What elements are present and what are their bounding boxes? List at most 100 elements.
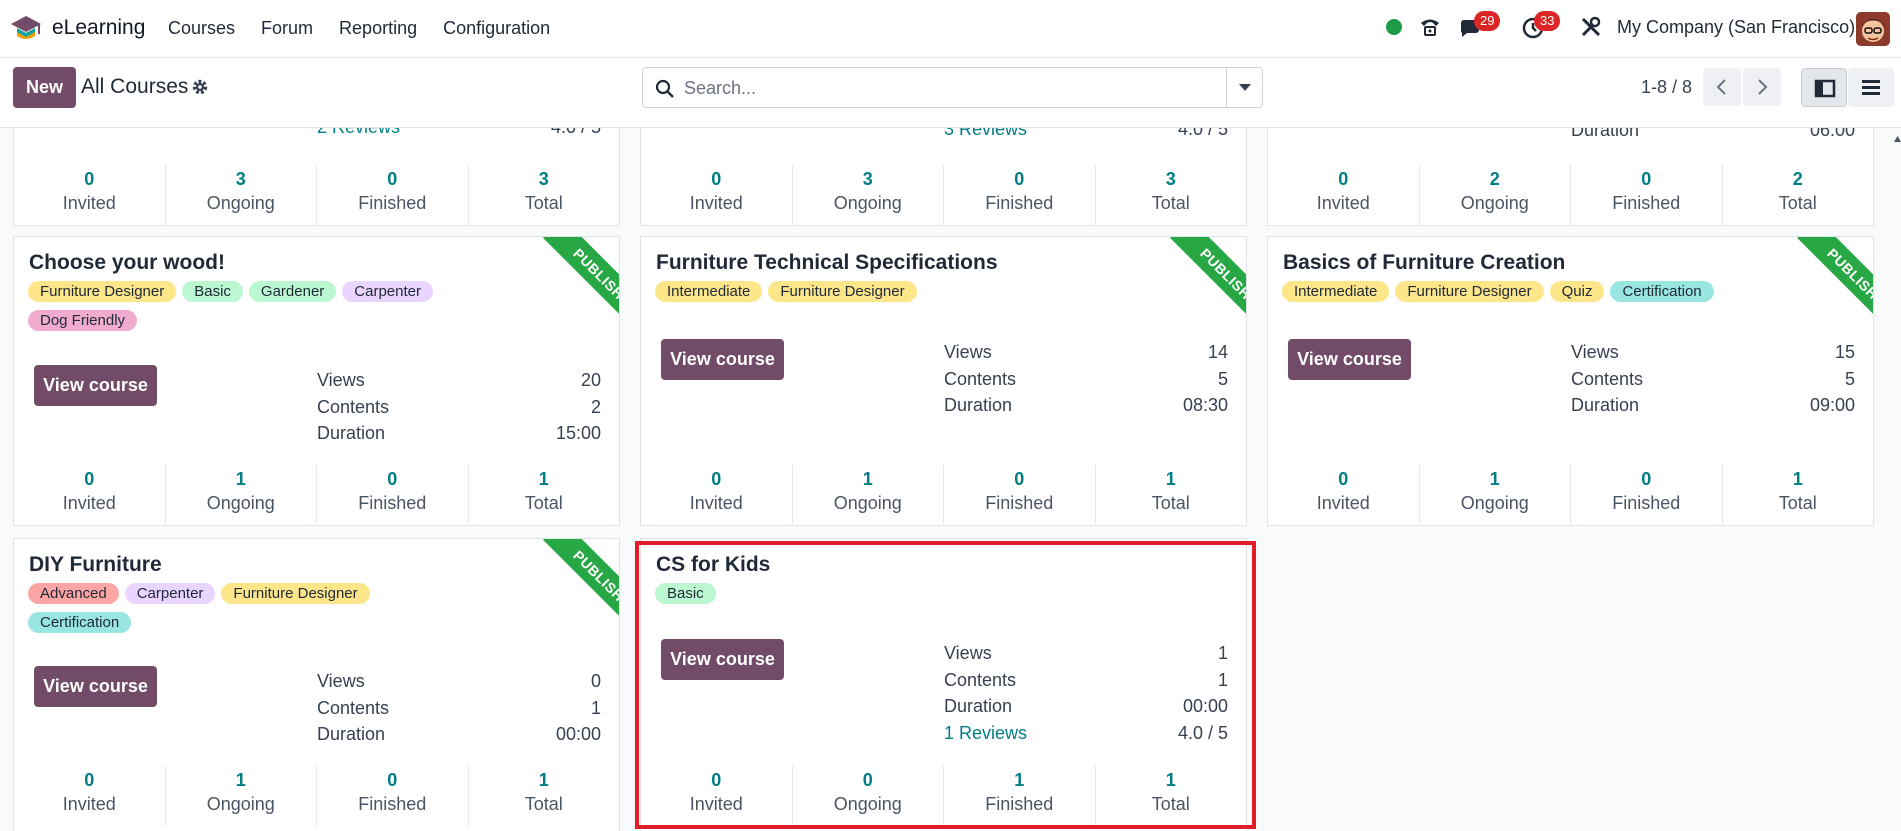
menu-configuration[interactable]: Configuration <box>443 18 550 39</box>
invited-stat[interactable]: 0 Invited <box>14 165 166 225</box>
scroll-up-icon <box>1894 136 1901 142</box>
invited-stat[interactable]: 0 Invited <box>641 165 793 225</box>
new-button[interactable]: New <box>13 67 76 108</box>
gear-icon[interactable] <box>191 78 209 96</box>
tag: Basic <box>182 281 243 302</box>
tag: Intermediate <box>1282 281 1390 302</box>
invited-stat[interactable]: 0 Invited <box>14 766 166 826</box>
course-card[interactable]: PUBLISHED Basics of Furniture Creation I… <box>1267 236 1874 526</box>
menu-reporting[interactable]: Reporting <box>339 18 417 39</box>
published-ribbon: PUBLISHED <box>1763 237 1873 347</box>
total-stat[interactable]: 2 Total <box>1723 165 1874 225</box>
menu-courses[interactable]: Courses <box>168 18 235 39</box>
finished-stat[interactable]: 0 Finished <box>944 465 1096 525</box>
reviews-link[interactable]: 3 Reviews <box>944 128 1027 140</box>
view-course-button[interactable]: View course <box>661 339 784 380</box>
tag: Carpenter <box>342 281 433 302</box>
total-stat[interactable]: 1 Total <box>1723 465 1874 525</box>
activities-badge: 33 <box>1534 11 1561 31</box>
ongoing-stat[interactable]: 1 Ongoing <box>1420 465 1571 525</box>
finished-stat[interactable]: 0 Finished <box>317 165 469 225</box>
course-card[interactable]: Duration 06:00 0 Invited 2 Ongoing 0 Finish… <box>1267 128 1874 226</box>
view-course-button[interactable]: View course <box>1288 339 1411 380</box>
tag: Furniture Designer <box>768 281 917 302</box>
pager-next-button[interactable] <box>1743 68 1781 106</box>
finished-stat[interactable]: 0 Finished <box>944 165 1096 225</box>
course-title[interactable]: Furniture Technical Specifications <box>656 251 998 275</box>
search-icon <box>655 79 674 98</box>
tools-icon[interactable] <box>1580 16 1602 38</box>
search-options-toggle[interactable] <box>1226 68 1262 107</box>
course-card[interactable]: 2 Reviews 4.0 / 5 0Invited 3Ongoing 0Fin… <box>13 128 620 226</box>
invited-stat[interactable]: 0 Invited <box>1268 165 1420 225</box>
view-course-button[interactable]: View course <box>34 666 157 707</box>
search-bar <box>642 67 1263 108</box>
card-footer: 0 Invited 1 Ongoing 0 Finished 1 Total <box>1268 465 1873 525</box>
menu-forum[interactable]: Forum <box>261 18 313 39</box>
invited-stat[interactable]: 0 Invited <box>641 465 793 525</box>
phone-icon[interactable] <box>1418 15 1442 39</box>
tag: Quiz <box>1549 281 1605 302</box>
course-title[interactable]: DIY Furniture <box>29 553 162 577</box>
top-menu: Courses Forum Reporting Configuration <box>168 18 576 39</box>
course-title[interactable]: Basics of Furniture Creation <box>1283 251 1565 275</box>
invited-stat[interactable]: 0 Invited <box>14 465 166 525</box>
tag: Carpenter <box>124 583 216 604</box>
rating-value: 4.0 / 5 <box>551 128 601 138</box>
tag-list: Intermediate Furniture Designer <box>655 281 1095 302</box>
elearning-mortarboard-icon[interactable] <box>10 14 42 44</box>
duration-label: Duration <box>1571 128 1640 140</box>
kanban-view-button[interactable] <box>1801 68 1847 107</box>
breadcrumb-title: All Courses <box>81 75 189 98</box>
finished-stat[interactable]: 0 Finished <box>317 766 469 826</box>
ongoing-stat[interactable]: 1 Ongoing <box>166 766 317 826</box>
total-stat[interactable]: 1 Total <box>1096 465 1247 525</box>
card-footer: 0 Invited 1 Ongoing 0 Finished 1 Total <box>641 465 1246 525</box>
pager-previous-button[interactable] <box>1703 68 1741 106</box>
published-ribbon: PUBLISHED <box>509 237 619 347</box>
tag-list: Advanced Carpenter Furniture Designer Ce… <box>28 583 468 633</box>
view-course-button[interactable]: View course <box>34 365 157 406</box>
reviews-link[interactable]: 2 Reviews <box>317 128 400 138</box>
tag: Dog Friendly <box>28 310 138 331</box>
tag: Certification <box>28 612 132 633</box>
messages-badge: 29 <box>1474 11 1501 31</box>
total-stat[interactable]: 1 Total <box>469 766 620 826</box>
finished-stat[interactable]: 0 Finished <box>1571 165 1723 225</box>
list-view-button[interactable] <box>1848 68 1894 107</box>
course-card[interactable]: PUBLISHED DIY Furniture Advanced Carpent… <box>13 538 620 831</box>
search-input[interactable] <box>684 75 1204 101</box>
duration-value: 06:00 <box>1809 128 1855 140</box>
ongoing-stat[interactable]: 1 Ongoing <box>793 465 944 525</box>
tag: Certification <box>1610 281 1714 302</box>
user-avatar[interactable] <box>1856 12 1890 46</box>
tag: Gardener <box>248 281 337 302</box>
course-title[interactable]: Choose your wood! <box>29 251 225 275</box>
scrollbar[interactable] <box>1894 128 1901 831</box>
course-stats: Views 0 Contents 1 Duration 00:00 <box>317 671 601 744</box>
invited-stat[interactable]: 0 Invited <box>1268 465 1420 525</box>
highlight-box <box>635 541 1256 829</box>
course-card[interactable]: PUBLISHED Choose your wood! Furniture De… <box>13 236 620 526</box>
course-card[interactable]: 3 Reviews 4.0 / 5 0 Invited 3 Ongoing 0 Fin… <box>640 128 1247 226</box>
course-stats: Views 20 Contents 2 Duration 15:00 <box>317 370 601 443</box>
ongoing-stat[interactable]: 1 Ongoing <box>166 465 317 525</box>
ongoing-stat[interactable]: 3 Ongoing <box>166 165 317 225</box>
tag-list: Intermediate Furniture Designer Quiz Cer… <box>1282 281 1752 302</box>
course-card[interactable]: PUBLISHED Furniture Technical Specificat… <box>640 236 1247 526</box>
card-footer: 0 Invited 2 Ongoing 0 Finished 2 Total <box>1268 165 1873 225</box>
chevron-left-icon <box>1716 79 1726 95</box>
ongoing-stat[interactable]: 2 Ongoing <box>1420 165 1571 225</box>
published-ribbon: PUBLISHED <box>509 539 619 649</box>
total-stat[interactable]: 3 Total <box>1096 165 1247 225</box>
ongoing-stat[interactable]: 3 Ongoing <box>793 165 944 225</box>
tag-list: Furniture Designer Basic Gardener Carpen… <box>28 281 468 331</box>
app-name[interactable]: eLearning <box>52 16 145 40</box>
pager-value[interactable]: 1-8 / 8 <box>1641 77 1692 98</box>
finished-stat[interactable]: 0 Finished <box>1571 465 1723 525</box>
total-stat[interactable]: 3 Total <box>469 165 620 225</box>
finished-stat[interactable]: 0 Finished <box>317 465 469 525</box>
company-switcher[interactable]: My Company (San Francisco) <box>1617 17 1855 38</box>
total-stat[interactable]: 1 Total <box>469 465 620 525</box>
chevron-right-icon <box>1758 79 1768 95</box>
